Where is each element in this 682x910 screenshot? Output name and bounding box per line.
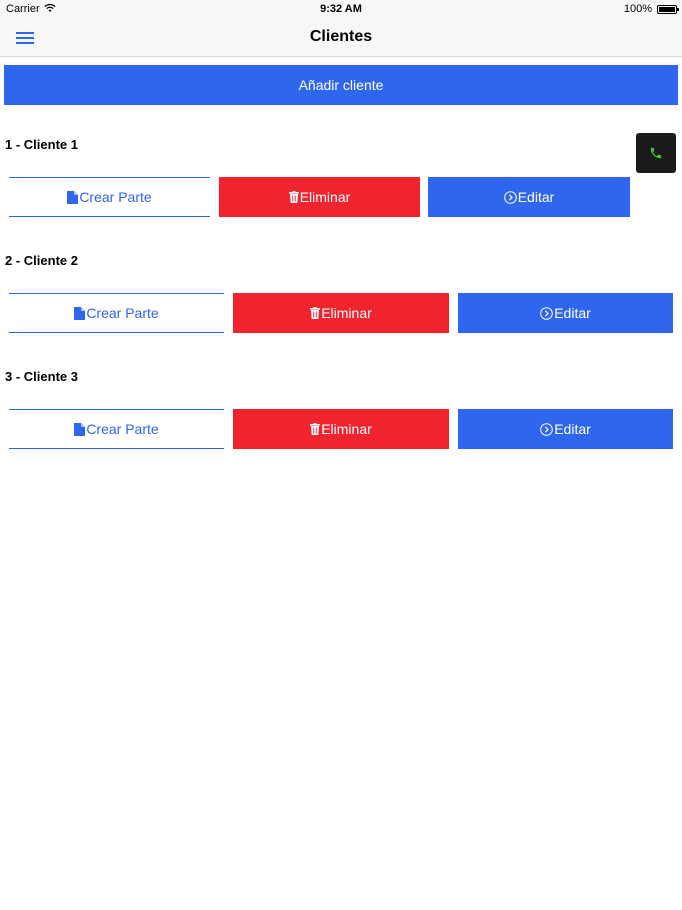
document-icon bbox=[74, 306, 86, 320]
edit-label: Editar bbox=[517, 189, 555, 205]
create-report-label: Crear Parte bbox=[79, 189, 152, 205]
trash-icon bbox=[310, 307, 321, 319]
client-name: 2 - Cliente 2 bbox=[5, 253, 78, 268]
call-button[interactable] bbox=[636, 133, 676, 173]
chevron-circle-icon bbox=[540, 422, 554, 436]
clock: 9:32 AM bbox=[320, 3, 362, 15]
navigation-bar: Clientes bbox=[0, 20, 682, 57]
create-report-button[interactable]: Crear Parte bbox=[9, 177, 210, 217]
edit-button[interactable]: Editar bbox=[428, 177, 630, 217]
status-bar: Carrier 9:32 AM 100% bbox=[0, 0, 682, 20]
battery-percent: 100% bbox=[623, 3, 652, 15]
trash-icon bbox=[288, 191, 299, 203]
create-report-label: Crear Parte bbox=[86, 421, 159, 437]
create-report-label: Crear Parte bbox=[86, 305, 159, 321]
delete-button[interactable]: Eliminar bbox=[233, 293, 449, 333]
edit-button[interactable]: Editar bbox=[458, 293, 673, 333]
delete-label: Eliminar bbox=[321, 305, 372, 321]
create-report-button[interactable]: Crear Parte bbox=[9, 409, 224, 449]
delete-label: Eliminar bbox=[321, 421, 372, 437]
delete-button[interactable]: Eliminar bbox=[233, 409, 449, 449]
trash-icon bbox=[310, 423, 321, 435]
chevron-circle-icon bbox=[503, 190, 517, 204]
add-client-button[interactable]: Añadir cliente bbox=[4, 65, 678, 105]
client-name: 3 - Cliente 3 bbox=[5, 369, 78, 384]
document-icon bbox=[67, 190, 79, 204]
create-report-button[interactable]: Crear Parte bbox=[9, 293, 224, 333]
phone-icon bbox=[650, 147, 662, 159]
chevron-circle-icon bbox=[540, 306, 554, 320]
delete-label: Eliminar bbox=[299, 189, 351, 205]
client-name: 1 - Cliente 1 bbox=[5, 137, 78, 152]
delete-button[interactable]: Eliminar bbox=[219, 177, 420, 217]
edit-label: Editar bbox=[554, 305, 591, 321]
battery-icon bbox=[657, 5, 679, 14]
edit-label: Editar bbox=[554, 421, 591, 437]
document-icon bbox=[74, 422, 86, 436]
edit-button[interactable]: Editar bbox=[458, 409, 673, 449]
page-title: Clientes bbox=[309, 28, 373, 45]
